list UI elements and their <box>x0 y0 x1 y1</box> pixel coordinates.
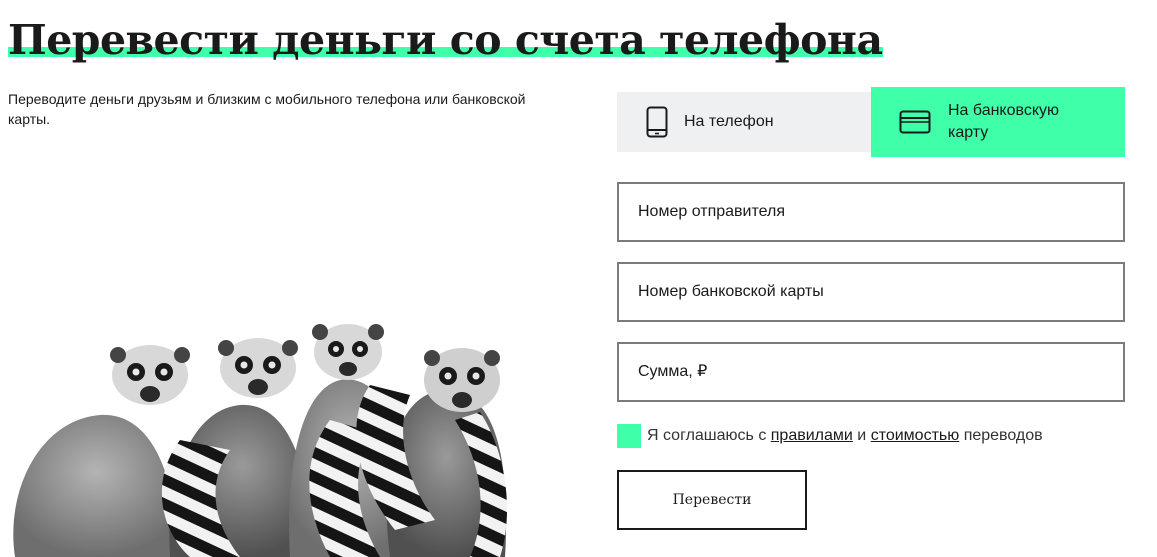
tab-phone-label: На телефон <box>684 113 774 130</box>
card-number-input[interactable] <box>617 262 1125 322</box>
transfer-type-tabs: На телефон На банковскую карту <box>617 87 1125 157</box>
agreement-checkbox[interactable] <box>617 424 641 448</box>
rules-link[interactable]: правилами <box>771 427 853 444</box>
page-subtitle: Переводите деньги друзьям и близким с мо… <box>8 91 526 127</box>
agreement-and: и <box>857 427 867 444</box>
cost-link[interactable]: стоимостью <box>871 427 960 444</box>
agreement-suffix: переводов <box>963 427 1043 444</box>
page-title: Перевести деньги со счета телефона <box>8 14 883 66</box>
lemurs-illustration <box>13 324 508 557</box>
smartphone-icon <box>644 106 670 138</box>
agreement-text: Я соглашаюсь с правилами и стоимостью пе… <box>647 427 1043 445</box>
amount-input[interactable] <box>617 342 1125 402</box>
sender-number-input[interactable] <box>617 182 1125 242</box>
tab-phone[interactable]: На телефон <box>617 92 871 152</box>
agreement-prefix: Я соглашаюсь с <box>647 427 767 444</box>
tab-bank-card[interactable]: На банковскую карту <box>871 87 1125 157</box>
tab-bank-card-label: На банковскую карту <box>948 102 1060 141</box>
credit-card-icon <box>898 110 932 134</box>
agreement-row: Я соглашаюсь с правилами и стоимостью пе… <box>617 424 1043 448</box>
transfer-button[interactable]: Перевести <box>617 470 807 530</box>
